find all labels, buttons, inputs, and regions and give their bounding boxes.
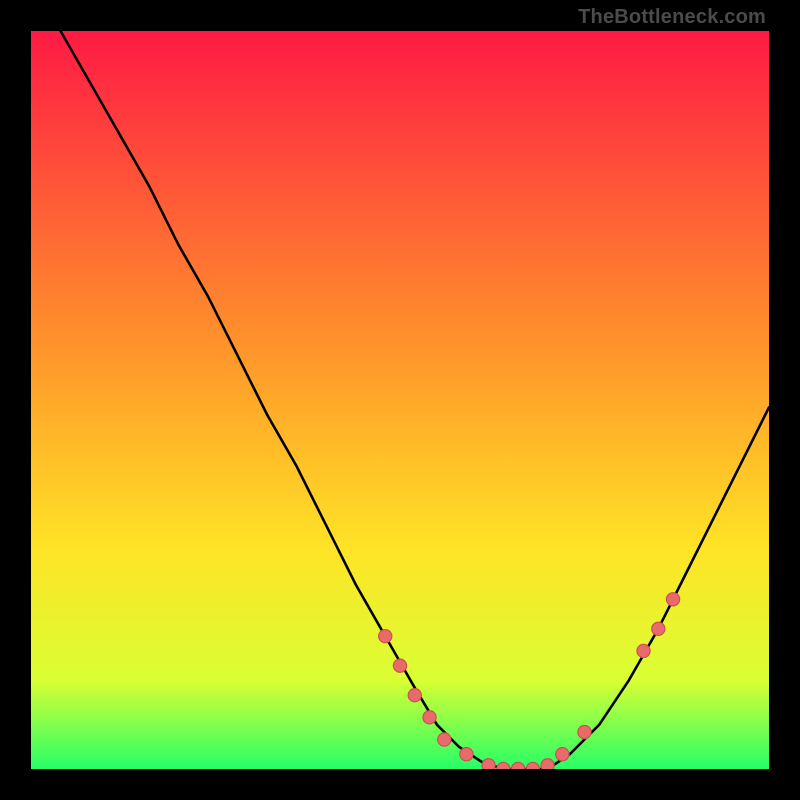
data-marker	[666, 593, 679, 606]
data-marker	[541, 759, 554, 769]
data-marker	[578, 725, 591, 738]
data-marker	[556, 748, 569, 761]
data-marker	[526, 762, 539, 769]
data-marker	[637, 644, 650, 657]
data-marker	[497, 762, 510, 769]
data-marker	[460, 748, 473, 761]
data-marker	[393, 659, 406, 672]
chart-stage: TheBottleneck.com	[0, 0, 800, 800]
data-marker	[482, 759, 495, 769]
data-marker	[652, 622, 665, 635]
data-marker	[379, 630, 392, 643]
data-marker	[423, 711, 436, 724]
data-markers	[379, 593, 680, 769]
bottleneck-curve	[61, 31, 769, 769]
plot-area	[31, 31, 769, 769]
curve-layer	[31, 31, 769, 769]
data-marker	[511, 762, 524, 769]
data-marker	[438, 733, 451, 746]
data-marker	[408, 689, 421, 702]
watermark-text: TheBottleneck.com	[578, 6, 766, 29]
